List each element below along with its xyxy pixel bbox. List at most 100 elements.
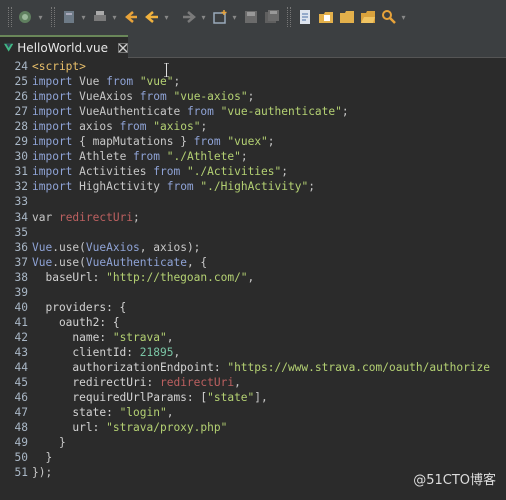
code-line[interactable]: 31 import Activities from "./Activities"; [0,164,506,179]
code-token: "state" [207,391,255,405]
code-token: Vue [72,75,107,89]
code-line[interactable]: 39 [0,285,506,300]
line-number: 40 [14,300,28,314]
print-icon[interactable] [90,7,110,27]
toolbar-grip[interactable] [287,7,291,27]
code-text: import axios from "axios"; [32,119,207,134]
code-token: "strava/proxy.php" [106,421,228,435]
code-token: Activities [72,165,154,179]
code-editor[interactable]: 24 <script> 25 import Vue from "vue"; 26 impo… [0,58,506,500]
code-line[interactable]: 30 import Athlete from "./Athlete"; [0,149,506,164]
code-line[interactable]: 26 import VueAxios from "vue-axios"; [0,89,506,104]
line-number: 38 [14,270,28,284]
code-token: }); [32,466,53,480]
code-line[interactable]: 42 name: "strava", [0,330,506,345]
close-icon[interactable] [118,42,128,54]
line-number: 50 [14,451,28,465]
code-line[interactable]: 49 } [0,435,506,450]
debug-run-icon[interactable] [16,7,36,27]
code-token: "https://www.strava.com/oauth/authorize [227,361,491,374]
code-token: , [234,376,241,390]
line-number: 43 [14,345,28,359]
line-number: 24 [14,60,28,73]
debug-run-dropdown-icon[interactable]: ▾ [37,7,44,27]
code-token: providers: { [32,300,127,314]
code-line[interactable]: 47 state: "login", [0,405,506,420]
tab-helloworld-vue[interactable]: HelloWorld.vue [0,35,128,58]
back-icon[interactable] [121,7,141,27]
code-line[interactable]: 48 url: "strava/proxy.php" [0,420,506,435]
search-icon[interactable] [379,7,399,27]
toggle-breakpoint-icon[interactable] [59,7,79,27]
save-all-icon[interactable] [262,7,282,27]
open-folder-icon[interactable] [358,7,378,27]
line-number: 39 [14,285,28,299]
code-line[interactable]: 28 import axios from "axios"; [0,119,506,134]
breakpoint-dropdown-icon[interactable]: ▾ [80,7,87,27]
code-line[interactable]: 36 Vue.use(VueAxios, axios); [0,240,506,255]
text-cursor-icon [164,63,169,77]
toolbar-grip[interactable] [8,7,12,27]
code-line[interactable]: 38 baseUrl: "http://thegoan.com/", [0,270,506,285]
code-line[interactable]: 25 import Vue from "vue"; [0,74,506,89]
code-line[interactable]: 41 oauth2: { [0,315,506,330]
code-line[interactable]: 34 var redirectUri; [0,210,506,225]
code-line[interactable]: 45 redirectUri: redirectUri, [0,375,506,390]
code-line[interactable]: 32 import HighActivity from "./HighActivi… [0,179,506,194]
code-token: ; [200,120,208,134]
code-line[interactable]: 50 } [0,450,506,465]
code-line[interactable]: 40 providers: { [0,300,506,315]
code-token: } [32,451,53,465]
print-dropdown-icon[interactable]: ▾ [111,7,118,27]
back-nav-icon[interactable] [142,7,162,27]
save-icon[interactable] [241,7,261,27]
code-token: "axios" [153,120,201,134]
code-token: VueAxios [85,240,140,254]
code-token: clientId: [32,345,140,359]
back-dropdown-icon[interactable]: ▾ [163,7,170,27]
forward-dropdown-icon[interactable]: ▾ [200,7,207,27]
folder-icon[interactable] [337,7,357,27]
toolbar-grip[interactable] [51,7,55,27]
line-number: 45 [14,376,28,390]
code-line[interactable]: 33 [0,194,506,209]
code-token: 21895 [139,345,174,359]
code-token: "vue-authenticate" [220,105,342,119]
code-line[interactable]: 24 <script> [0,59,506,74]
code-text: <script> [32,59,86,74]
code-line[interactable]: 27 import VueAuthenticate from "vue-authe… [0,104,506,119]
code-token: ; [267,135,275,149]
line-number: 27 [14,105,28,119]
open-file-icon[interactable] [316,7,336,27]
code-text: import HighActivity from "./HighActivity… [32,179,315,194]
code-line[interactable]: 35 [0,225,506,240]
code-text: import VueAuthenticate from "vue-authent… [32,104,349,119]
line-number: 37 [14,255,28,269]
line-number: 42 [14,330,28,344]
tab-title: HelloWorld.vue [17,40,108,55]
code-token: name: [32,330,113,344]
code-text: Vue.use(VueAxios, axios); [32,240,200,255]
code-text: import Activities from "./Activities"; [32,164,288,179]
code-token: import [32,120,73,134]
code-token: HighActivity [72,180,167,194]
new-window-icon[interactable] [210,7,230,27]
code-line[interactable]: 44 authorizationEndpoint: "https://www.s… [0,360,506,375]
new-window-dropdown-icon[interactable]: ▾ [231,7,238,27]
code-token: authorizationEndpoint: [32,361,228,374]
line-number: 47 [14,406,28,420]
code-token: , { [186,255,208,269]
code-token: from [133,150,160,164]
code-line[interactable]: 46 requiredUrlParams: ["state"], [0,390,506,405]
forward-icon[interactable] [179,7,199,27]
code-line[interactable]: 29 import { mapMutations } from "vuex"; [0,134,506,149]
file-icon[interactable] [295,7,315,27]
search-dropdown-icon[interactable]: ▾ [400,7,407,27]
code-line[interactable]: 37 Vue.use(VueAuthenticate, { [0,255,506,270]
line-number: 31 [14,165,28,179]
code-line[interactable]: 43 clientId: 21895, [0,345,506,360]
code-text: import Athlete from "./Athlete"; [32,149,248,164]
